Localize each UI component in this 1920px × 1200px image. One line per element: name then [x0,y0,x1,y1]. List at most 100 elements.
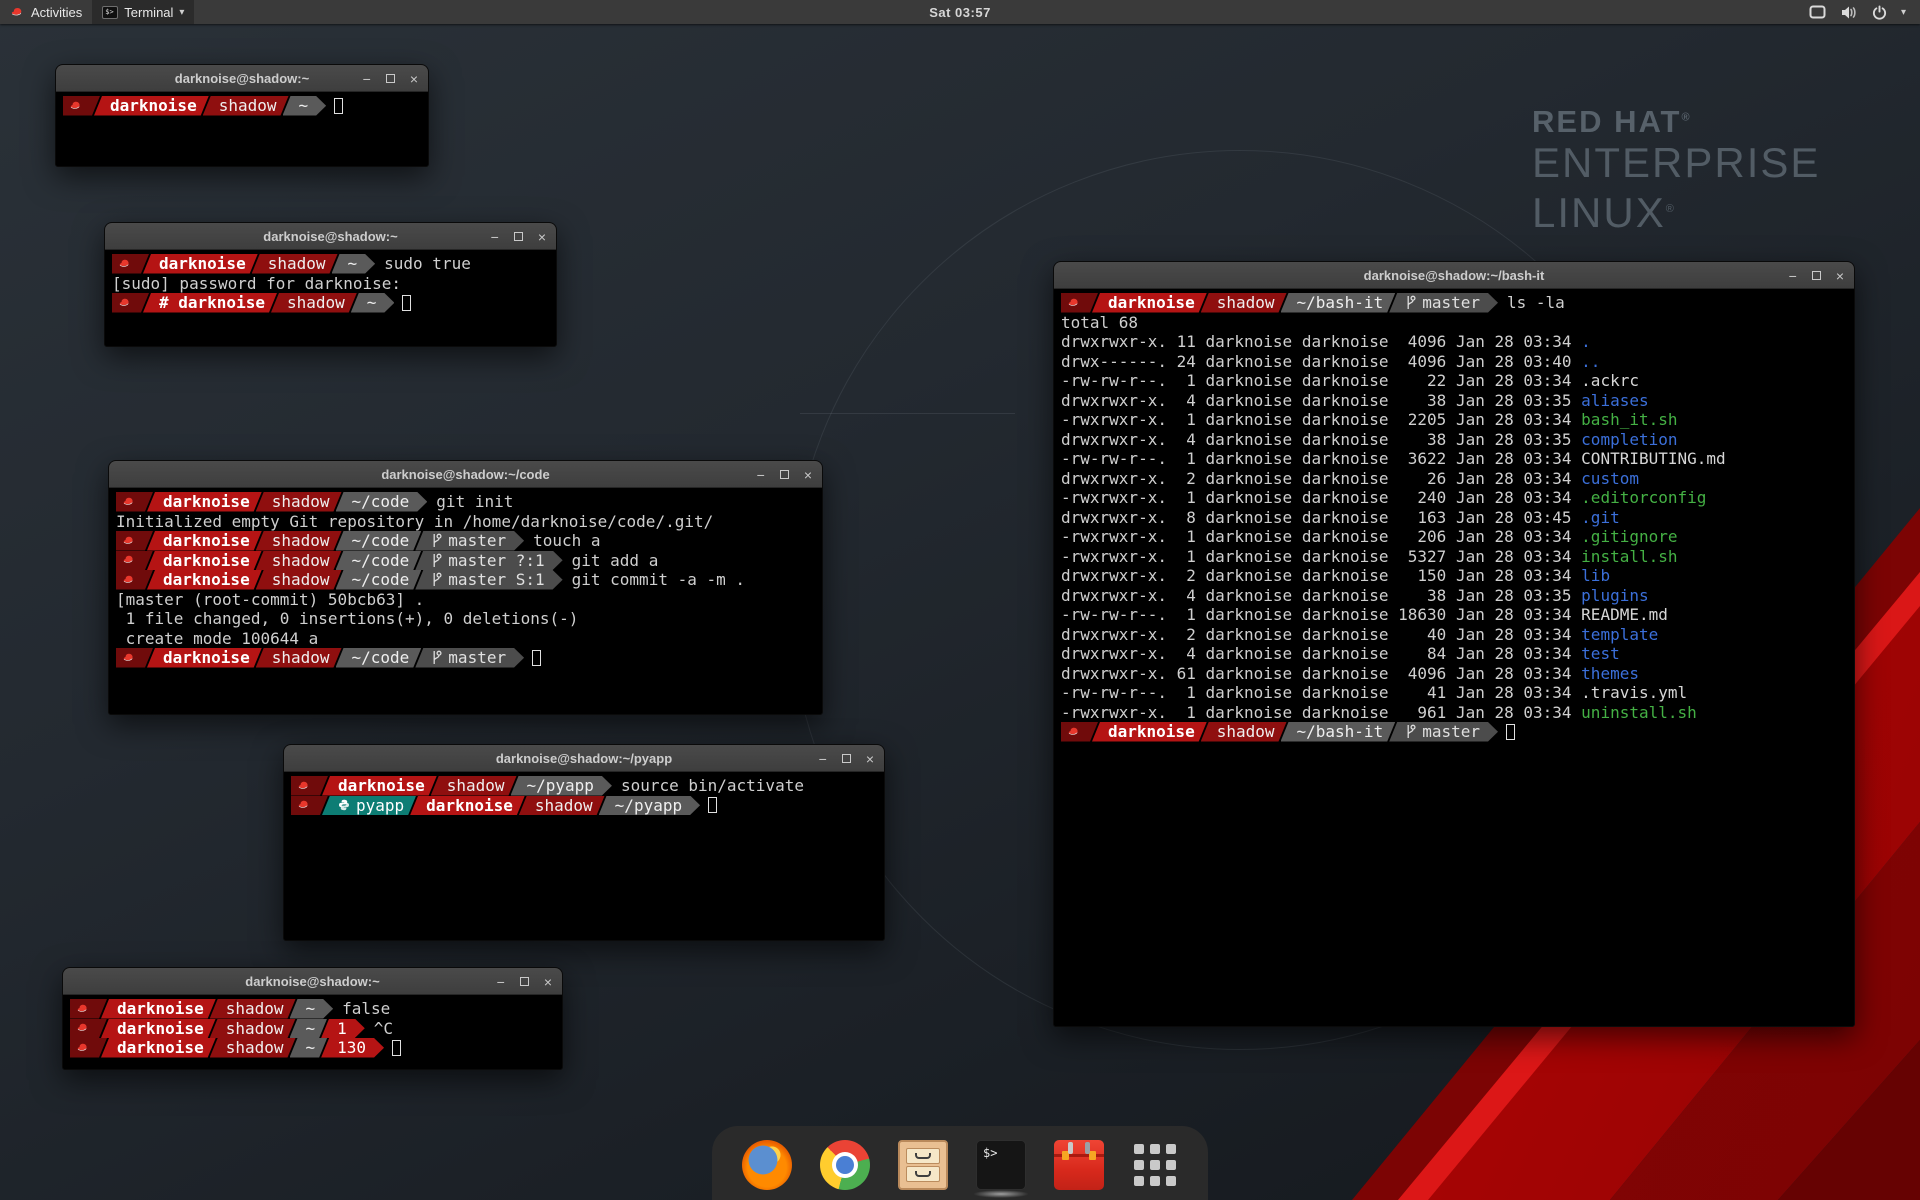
minimize-button[interactable]: − [497,975,505,989]
window-titlebar[interactable]: darknoise@shadow:~−× [105,223,556,250]
ls-row: drwx------. 24 darknoise darknoise 4096 … [1061,352,1847,372]
prompt-host-segment: shadow [1201,722,1287,742]
prompt-path-segment: ~ [290,1019,328,1039]
app-menu-terminal[interactable]: $> Terminal ▾ [92,0,194,24]
close-button[interactable]: × [866,752,874,766]
ls-row-meta: drwxrwxr-x. 4 darknoise darknoise 38 Jan… [1061,391,1581,411]
minimize-button[interactable]: − [757,468,765,482]
terminal-window: darknoise@shadow:~/bash-it−×darknoisesha… [1053,261,1855,1027]
clock[interactable]: Sat 03:57 [929,5,991,20]
toolbox-icon[interactable] [1054,1140,1104,1190]
terminal-content[interactable]: darknoiseshadow~/pyappsource bin/activat… [284,773,884,940]
ls-row-meta: -rwxrwxr-x. 1 darknoise darknoise 2205 J… [1061,410,1581,430]
prompt-user-segment: darknoise [410,796,525,816]
close-button[interactable]: × [410,72,418,86]
ls-file-name: custom [1581,469,1639,489]
terminal-content[interactable]: darknoiseshadow~/codegit initInitialized… [109,489,822,714]
command-text: false [342,999,390,1019]
terminal-window: darknoise@shadow:~−×darknoiseshadow~fals… [62,967,563,1070]
ls-row-meta: drwxrwxr-x. 11 darknoise darknoise 4096 … [1061,332,1581,352]
prompt-host-segment: shadow [256,531,342,551]
close-button[interactable]: × [544,975,552,989]
ls-file-name: template [1581,625,1658,645]
minimize-button[interactable]: − [363,72,371,86]
ls-row-meta: -rwxrwxr-x. 1 darknoise darknoise 961 Ja… [1061,703,1581,723]
prompt-line: darknoiseshadow~/bash-itmaster [1061,722,1847,742]
terminal-content[interactable]: darknoiseshadow~sudo true[sudo] password… [105,251,556,346]
terminal-content[interactable]: darknoiseshadow~/bash-itmasterls -latota… [1054,290,1854,1026]
close-button[interactable]: × [538,230,546,244]
ls-file-name: .ackrc [1581,371,1639,391]
prompt-line: # darknoiseshadow~ [112,293,549,313]
prompt-line: darknoiseshadow~/codemaster S:1git commi… [116,570,815,590]
ls-row: -rw-rw-r--. 1 darknoise darknoise 41 Jan… [1061,683,1847,703]
prompt-path-segment: ~/bash-it [1281,293,1396,313]
command-text: ^C [374,1019,393,1039]
window-title: darknoise@shadow:~/code [381,467,549,482]
command-text: ls -la [1507,293,1565,313]
terminal-icon[interactable]: $> [976,1140,1026,1190]
ls-file-name: . [1581,332,1591,352]
redhat-icon-segment [116,531,153,551]
command-text: source bin/activate [621,776,804,796]
ls-row-meta: -rw-rw-r--. 1 darknoise darknoise 41 Jan… [1061,683,1581,703]
prompt-line: pyappdarknoiseshadow~/pyapp [291,796,877,816]
ls-row-meta: drwxrwxr-x. 4 darknoise darknoise 38 Jan… [1061,586,1581,606]
window-titlebar[interactable]: darknoise@shadow:~−× [56,65,428,92]
command-text: git commit -a -m . [572,570,745,590]
redhat-icon-segment [1061,722,1098,742]
terminal-content[interactable]: darknoiseshadow~ [56,93,428,166]
window-titlebar[interactable]: darknoise@shadow:~/bash-it−× [1054,262,1854,289]
window-titlebar[interactable]: darknoise@shadow:~/pyapp−× [284,745,884,772]
ls-file-name: .editorconfig [1581,488,1706,508]
chevron-down-icon: ▾ [1901,7,1906,18]
ls-file-name: completion [1581,430,1677,450]
volume-icon [1840,5,1858,20]
prompt-user-segment: darknoise [147,570,262,590]
prompt-path-segment: ~ [332,254,376,274]
prompt-line: darknoiseshadow~ [63,96,421,116]
window-titlebar[interactable]: darknoise@shadow:~ − × [63,968,562,995]
minimize-button[interactable]: − [819,752,827,766]
files-icon[interactable] [898,1140,948,1190]
minimize-button[interactable]: − [491,230,499,244]
firefox-icon[interactable] [742,1140,792,1190]
maximize-button[interactable] [780,470,789,479]
prompt-path-segment: ~/pyapp [599,796,700,816]
ls-row-meta: drwxrwxr-x. 2 darknoise darknoise 26 Jan… [1061,469,1581,489]
chrome-icon[interactable] [820,1140,870,1190]
app-grid-icon[interactable] [1132,1142,1178,1188]
maximize-button[interactable] [386,74,395,83]
window-controls: −× [819,745,874,772]
desktop-background[interactable]: RED HAT® ENTERPRISE LINUX® darknoise@sha… [0,0,1920,1200]
activities-button[interactable]: Activities [0,0,92,24]
maximize-button[interactable] [520,977,529,986]
maximize-button[interactable] [842,754,851,763]
ls-row: drwxrwxr-x. 2 darknoise darknoise 26 Jan… [1061,469,1847,489]
close-button[interactable]: × [804,468,812,482]
system-status-area[interactable]: ▾ [1795,0,1920,24]
git-branch-segment: master [415,531,524,551]
prompt-path-segment: ~ [290,999,334,1019]
window-title: darknoise@shadow:~ [245,974,379,989]
close-button[interactable]: × [1836,269,1844,283]
prompt-host-segment: shadow [203,96,289,116]
ls-row-meta: drwxrwxr-x. 2 darknoise darknoise 40 Jan… [1061,625,1581,645]
prompt-user-segment: darknoise [147,531,262,551]
minimize-button[interactable]: − [1789,269,1797,283]
maximize-button[interactable] [1812,271,1821,280]
prompt-user-segment: darknoise [101,1019,216,1039]
maximize-button[interactable] [514,232,523,241]
wallpaper-line [800,413,1015,414]
ls-row: drwxrwxr-x. 4 darknoise darknoise 38 Jan… [1061,586,1847,606]
ls-file-name: lib [1581,566,1610,586]
prompt-line: darknoiseshadow~1^C [70,1019,555,1039]
terminal-content[interactable]: darknoiseshadow~falsedarknoiseshadow~1^C… [63,996,562,1069]
ls-row-meta: -rwxrwxr-x. 1 darknoise darknoise 206 Ja… [1061,527,1581,547]
app-menu-label: Terminal [124,5,173,20]
ls-row-meta: -rwxrwxr-x. 1 darknoise darknoise 240 Ja… [1061,488,1581,508]
power-icon [1872,5,1887,20]
ls-row-meta: drwxrwxr-x. 61 darknoise darknoise 4096 … [1061,664,1581,684]
window-titlebar[interactable]: darknoise@shadow:~/code − × [109,461,822,488]
output-line: Initialized empty Git repository in /hom… [116,512,815,532]
